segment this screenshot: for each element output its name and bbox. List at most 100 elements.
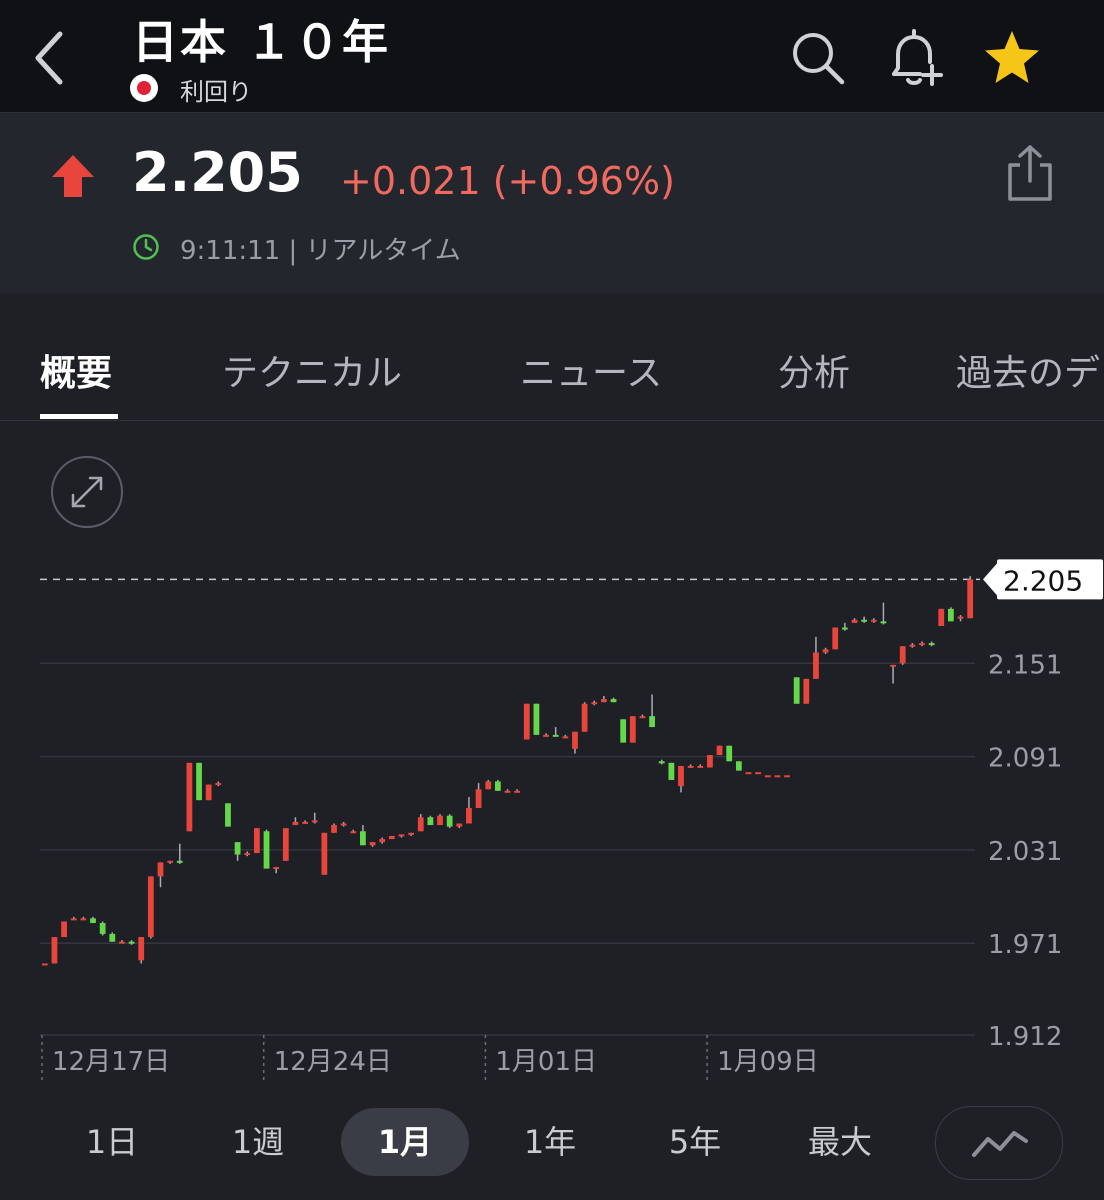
candle-body: [514, 790, 521, 793]
candle-body: [813, 652, 819, 679]
candle-body: [629, 716, 636, 743]
instrument-title: 日本 １０年: [132, 15, 391, 69]
candle-body: [591, 702, 598, 705]
tab-news[interactable]: ニュース: [520, 344, 662, 396]
tab-technical[interactable]: テクニカル: [222, 344, 402, 396]
candle-body: [398, 834, 405, 837]
candle-body: [793, 677, 800, 704]
chevron-left-icon[interactable]: [30, 28, 74, 88]
expand-chart-icon[interactable]: [50, 455, 124, 529]
candle-body: [99, 923, 106, 934]
candle-body: [360, 831, 366, 846]
candle-body: [282, 828, 289, 861]
candle-body: [909, 644, 916, 647]
y-axis-tick-label: 2.031: [988, 837, 1062, 867]
candle-body: [890, 664, 896, 667]
candle-body: [870, 619, 877, 622]
candle-body: [938, 608, 945, 626]
candle-body: [61, 921, 67, 938]
candle-body: [340, 823, 347, 826]
candle-body: [186, 762, 193, 832]
candle-body: [948, 608, 954, 622]
candle-body: [851, 619, 858, 623]
candle-body: [379, 839, 386, 843]
y-axis-tick-label: 2.091: [988, 744, 1062, 774]
candle-body: [523, 703, 530, 740]
chart-type-button[interactable]: [935, 1106, 1063, 1180]
candle-body: [51, 937, 58, 964]
realtime-timestamp: 9:11:11 | リアルタイム: [180, 236, 461, 266]
candle-body: [80, 918, 87, 921]
tab-overview[interactable]: 概要: [40, 344, 112, 396]
candle-body: [967, 579, 974, 619]
clock-icon: [133, 234, 159, 260]
candle-body: [880, 621, 887, 624]
candle-body: [311, 820, 318, 823]
candle-body: [745, 772, 752, 775]
candle-body: [841, 627, 848, 630]
candle-body: [138, 937, 145, 961]
period-1y[interactable]: 1年: [486, 1108, 614, 1176]
tab-bar: 概要 テクニカル ニュース 分析 過去のデ: [0, 294, 1104, 421]
candle-body: [716, 745, 723, 756]
candle-body: [919, 643, 925, 646]
candle-body: [417, 817, 424, 832]
candle-body: [899, 646, 906, 664]
candle-body: [331, 825, 337, 833]
period-selector: 1日 1週 1月 1年 5年 最大: [0, 1096, 1104, 1200]
candle-body: [658, 761, 665, 764]
candle-body: [475, 789, 482, 808]
candle-body: [572, 731, 578, 749]
candle-body: [292, 821, 299, 826]
candle-body: [196, 762, 202, 801]
candle-body: [735, 761, 742, 771]
tab-analysis[interactable]: 分析: [778, 344, 850, 396]
candle-body: [581, 703, 588, 732]
candle-body: [678, 765, 684, 787]
x-axis-label: 1月01日: [495, 1047, 597, 1077]
candle-body: [494, 781, 501, 791]
period-5y[interactable]: 5年: [631, 1108, 759, 1176]
period-1w[interactable]: 1週: [194, 1108, 322, 1176]
candle-body: [321, 832, 328, 875]
candle-body: [388, 835, 395, 840]
y-axis-tick-label: 1.971: [988, 930, 1062, 960]
candle-body: [504, 790, 511, 793]
search-icon[interactable]: [788, 28, 848, 88]
candle-body: [755, 772, 762, 775]
candle-body: [263, 831, 270, 869]
candle-body: [832, 627, 839, 650]
candle-body: [215, 783, 222, 786]
share-icon[interactable]: [1004, 143, 1056, 205]
active-tab-indicator: [40, 414, 118, 419]
candle-body: [803, 678, 810, 704]
x-axis-label: 12月17日: [52, 1047, 170, 1077]
candle-body: [253, 828, 260, 854]
candle-body: [610, 699, 617, 703]
period-max[interactable]: 最大: [776, 1108, 904, 1176]
period-1d[interactable]: 1日: [48, 1108, 176, 1176]
candle-body: [456, 823, 463, 827]
candle-body: [620, 719, 627, 743]
current-price: 2.205: [132, 141, 303, 204]
period-1m[interactable]: 1月: [341, 1108, 469, 1176]
candle-body: [533, 703, 540, 735]
candle-body: [302, 821, 308, 824]
candle-body: [244, 853, 251, 856]
candle-body: [707, 755, 713, 768]
candle-body: [485, 781, 492, 790]
candle-body: [774, 775, 781, 778]
app-header: 日本 １０年 利回り: [0, 0, 1104, 113]
star-icon[interactable]: [982, 28, 1042, 88]
candle-body: [90, 918, 96, 924]
candle-body: [649, 716, 655, 728]
y-axis-tick-label: 1.912: [988, 1022, 1062, 1052]
bell-plus-icon[interactable]: [884, 28, 944, 88]
price-chart[interactable]: 2.151 2.091 2.031 1.971 1.912 12月17日 12月24日 1月0…: [0, 540, 1104, 1085]
tab-historical-data[interactable]: 過去のデ: [956, 344, 1100, 396]
candle-body: [408, 832, 414, 835]
candle-body: [601, 699, 607, 703]
candle-body: [562, 736, 569, 739]
candle-body: [446, 815, 453, 827]
candle-body: [41, 963, 48, 966]
